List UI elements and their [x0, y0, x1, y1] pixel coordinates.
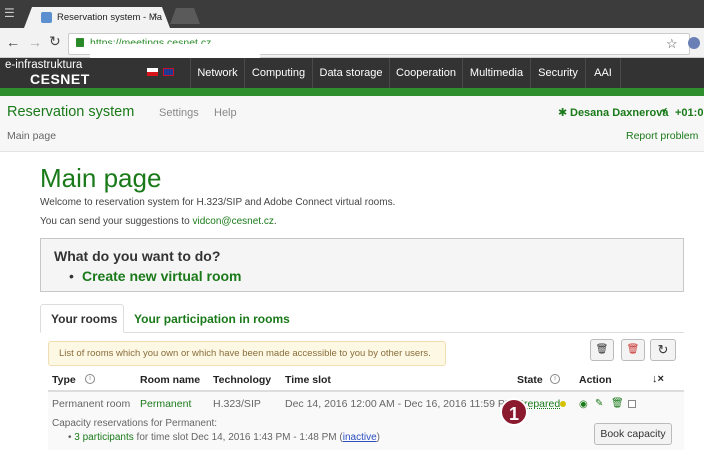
suggestion-suffix: . — [273, 216, 277, 227]
breadcrumb[interactable]: Main page — [7, 130, 56, 142]
col-time-slot[interactable]: Time slot — [285, 374, 331, 386]
capacity-timeslot: for time slot Dec 14, 2016 1:43 PM - 1:4… — [133, 432, 343, 443]
nav-cooperation[interactable]: Cooperation — [389, 58, 462, 88]
browser-tab-title: Reservation system - Ma — [57, 12, 163, 23]
book-capacity-button[interactable]: Book capacity — [594, 423, 672, 445]
nav-data-storage[interactable]: Data storage — [312, 58, 389, 88]
create-room-link[interactable]: Create new virtual room — [82, 268, 242, 284]
tab-close-icon[interactable]: × — [152, 11, 158, 22]
col-room-name[interactable]: Room name — [140, 374, 200, 386]
nav-computing[interactable]: Computing — [244, 58, 312, 88]
sort-clear-icon[interactable]: ↓× — [652, 373, 664, 385]
gear-icon: ✱ — [558, 107, 568, 119]
czech-flag-icon[interactable] — [147, 68, 158, 76]
suggestion-text: You can send your suggestions to vidcon@… — [40, 216, 277, 227]
lock-icon — [76, 38, 84, 47]
participants-link[interactable]: 3 participants — [74, 432, 133, 443]
tab-participation[interactable]: Your participation in rooms — [134, 312, 290, 326]
capacity-line: • 3 participants for time slot Dec 14, 2… — [68, 432, 380, 443]
todo-title: What do you want to do? — [54, 248, 221, 264]
nav-network[interactable]: Network — [190, 58, 244, 88]
app-brand[interactable]: Reservation system — [7, 104, 134, 120]
row-checkbox[interactable] — [628, 400, 636, 408]
email-link[interactable]: vidcon@cesnet.cz — [193, 216, 274, 227]
page-title: Main page — [40, 163, 162, 193]
accent-bar — [0, 88, 704, 96]
row-technology: H.323/SIP — [213, 398, 261, 410]
refresh-button[interactable]: ↻ — [650, 339, 676, 361]
suggestion-prefix: You can send your suggestions to — [40, 216, 193, 227]
tab-bar-line — [40, 332, 684, 333]
col-technology[interactable]: Technology — [213, 374, 271, 386]
nav-multimedia[interactable]: Multimedia — [462, 58, 530, 88]
state-dot-icon — [560, 401, 566, 407]
annotation-marker: 1 — [500, 398, 528, 426]
logo-line1[interactable]: e-infrastruktura — [5, 59, 82, 71]
bullet-icon: • — [69, 268, 74, 284]
edit-icon[interactable]: ✎ — [595, 398, 603, 409]
favicon-icon — [41, 12, 52, 23]
english-flag-icon[interactable] — [163, 68, 174, 76]
trash-icon[interactable]: 🗑 — [611, 398, 624, 409]
help-link[interactable]: Help — [214, 107, 237, 119]
intro-text: Welcome to reservation system for H.323/… — [40, 197, 396, 208]
row-type: Permanent room — [52, 398, 131, 410]
capacity-status-link[interactable]: inactive — [343, 432, 377, 443]
browser-menu-icon[interactable]: ☰ — [4, 6, 15, 20]
timezone[interactable]: +01:00 — [675, 107, 704, 119]
capacity-label: Capacity reservations for Permanent: — [52, 418, 218, 429]
logo-line2[interactable]: CESNET — [30, 71, 90, 87]
delete-button[interactable]: 🗑 — [590, 339, 614, 361]
settings-link[interactable]: Settings — [159, 107, 199, 119]
extension-icon[interactable] — [688, 37, 700, 49]
reload-icon[interactable]: ↻ — [49, 33, 61, 50]
row-room-name-link[interactable]: Permanent — [140, 398, 191, 410]
nav-security[interactable]: Security — [530, 58, 585, 88]
nav-aai[interactable]: AAI — [585, 58, 621, 88]
tab-your-rooms-label[interactable]: Your rooms — [51, 312, 117, 326]
col-action: Action — [579, 374, 612, 386]
user-menu[interactable]: Desana Daxnerová — [570, 107, 668, 119]
forward-icon[interactable]: → — [28, 34, 42, 50]
info-circle-icon[interactable]: i — [85, 374, 95, 384]
state-info-icon[interactable]: i — [550, 374, 560, 384]
bookmark-star-icon[interactable]: ☆ — [666, 36, 678, 52]
delete-all-button[interactable]: 🗑 — [621, 339, 645, 361]
capacity-close: ) — [376, 432, 380, 443]
chevron-down-icon[interactable]: ▼ — [660, 107, 668, 116]
col-type[interactable]: Type — [52, 374, 76, 386]
info-text: List of rooms which you own or which hav… — [59, 348, 431, 359]
report-problem-link[interactable]: Report problem — [626, 130, 698, 142]
back-icon[interactable]: ← — [6, 34, 20, 50]
view-icon[interactable]: ◉ — [579, 399, 588, 410]
row-timeslot: Dec 14, 2016 12:00 AM - Dec 16, 2016 11:… — [285, 398, 514, 410]
col-state[interactable]: State — [517, 374, 543, 386]
